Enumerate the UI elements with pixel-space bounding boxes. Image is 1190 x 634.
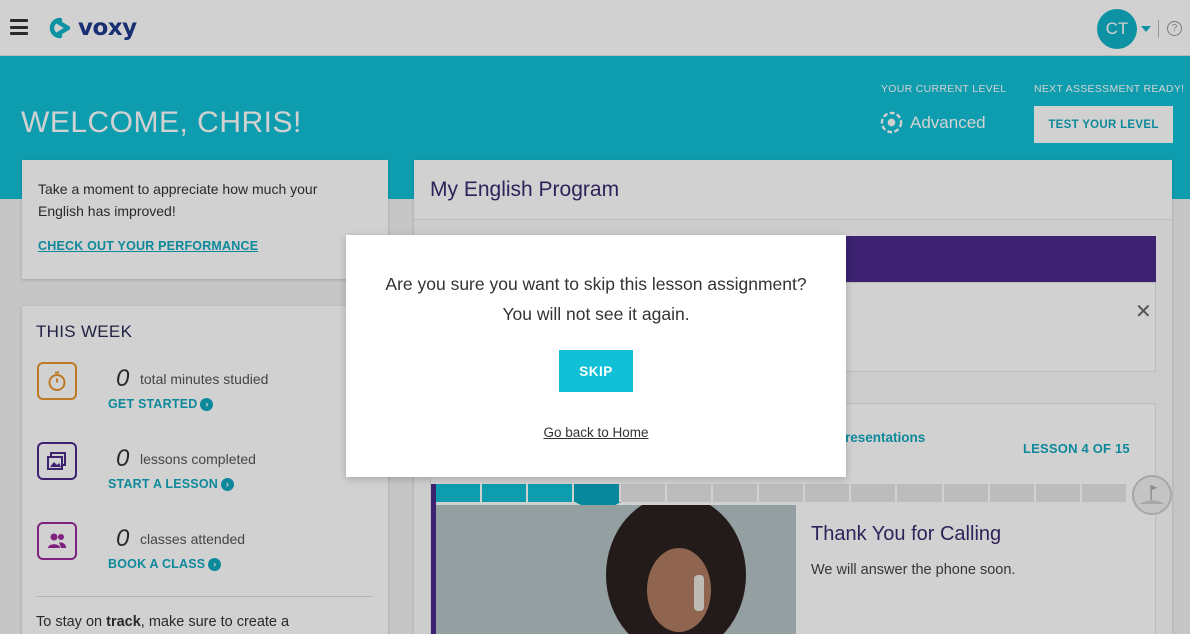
dialog-question-line-1: Are you sure you want to skip this lesso… bbox=[385, 274, 807, 294]
dialog-question: Are you sure you want to skip this lesso… bbox=[346, 269, 846, 329]
go-back-home-link[interactable]: Go back to Home bbox=[346, 425, 846, 440]
skip-lesson-dialog: Are you sure you want to skip this lesso… bbox=[346, 235, 846, 477]
dialog-question-line-2: You will not see it again. bbox=[502, 304, 690, 324]
skip-button[interactable]: SKIP bbox=[559, 350, 633, 392]
